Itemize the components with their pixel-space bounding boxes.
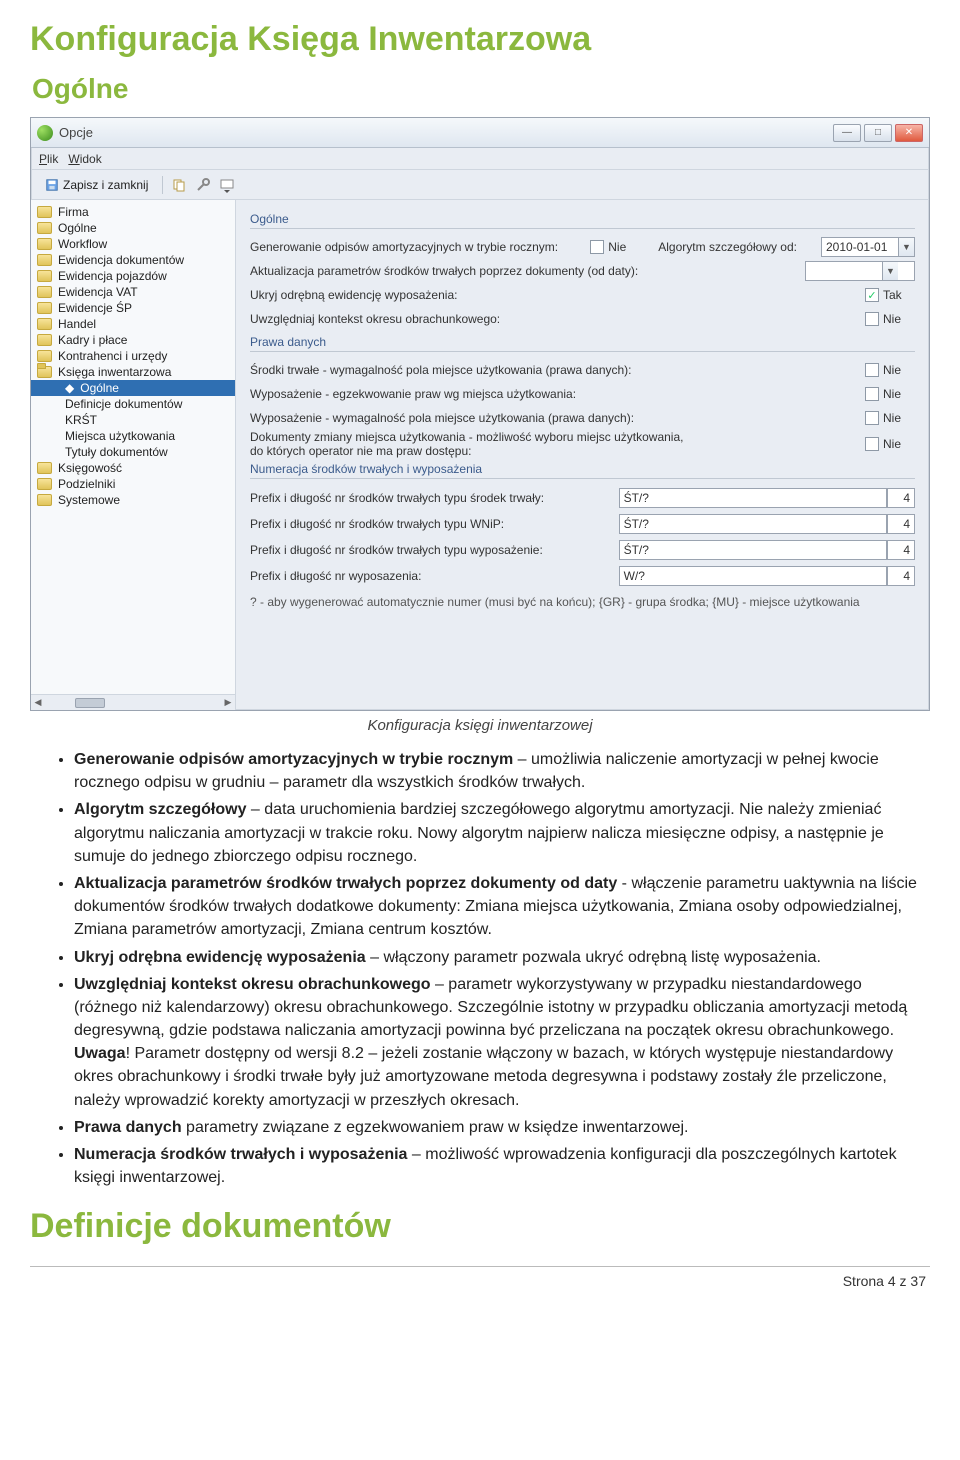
minimize-button[interactable]: — (833, 124, 861, 142)
n2-len[interactable]: 4 (887, 514, 915, 534)
save-close-button[interactable]: Zapisz i zamknij (39, 176, 154, 194)
chevron-down-icon[interactable]: ▼ (898, 238, 914, 256)
titlebar: Opcje — □ ✕ (31, 118, 929, 148)
n2-prefix[interactable]: ŚT/? (619, 514, 887, 534)
definitions-heading: Definicje dokumentów (30, 1207, 930, 1246)
algorytm-date[interactable]: 2010-01-01▼ (821, 237, 915, 257)
kontekst-check[interactable]: Nie (865, 312, 915, 326)
copy-icon[interactable] (171, 177, 187, 193)
screenshot-caption: Konfiguracja księgi inwentarzowej (30, 717, 930, 734)
tree-scrollbar[interactable]: ◀▶ (31, 694, 235, 710)
menubar: Plik Widok (31, 148, 929, 170)
dropdown-icon[interactable] (219, 177, 235, 193)
n3-len[interactable]: 4 (887, 540, 915, 560)
bullet-list: Generowanie odpisów amortyzacyjnych w tr… (36, 748, 924, 1189)
toolbar-divider (162, 176, 163, 194)
n1-len[interactable]: 4 (887, 488, 915, 508)
section-ogolne: Ogólne (250, 212, 915, 229)
page-title: Konfiguracja Księga Inwentarzowa (30, 20, 930, 59)
section-heading: Ogólne (32, 73, 930, 105)
n4-prefix[interactable]: W/? (619, 566, 887, 586)
section-prawa: Prawa danych (250, 335, 915, 352)
menu-file[interactable]: Plik (39, 152, 58, 166)
aktualizacja-date[interactable]: ▼ (805, 261, 915, 281)
tree-item-ogolne[interactable]: ◆Ogólne (31, 380, 235, 396)
n1-prefix[interactable]: ŚT/? (619, 488, 887, 508)
maximize-button[interactable]: □ (864, 124, 892, 142)
page-footer: Strona 4 z 37 (30, 1267, 930, 1289)
tree-item-ksiega[interactable]: Księga inwentarzowa (31, 364, 235, 380)
n3-prefix[interactable]: ŚT/? (619, 540, 887, 560)
tree-item-definicje[interactable]: Definicje dokumentów (31, 396, 235, 412)
tools-icon[interactable] (195, 177, 211, 193)
options-window: Opcje — □ ✕ Plik Widok Zapisz i zamknij … (30, 117, 930, 711)
toolbar: Zapisz i zamknij (31, 170, 929, 200)
chevron-down-icon[interactable]: ▼ (882, 262, 898, 280)
disk-icon (45, 178, 59, 192)
section-numeracja: Numeracja środków trwałych i wyposażenia (250, 462, 915, 479)
app-icon (37, 125, 53, 141)
close-button[interactable]: ✕ (895, 124, 923, 142)
ukryj-check[interactable]: Tak (865, 288, 915, 302)
numbering-note: ? - aby wygenerować automatycznie numer … (250, 595, 915, 609)
form-panel: Ogólne Generowanie odpisów amortyzacyjny… (236, 200, 929, 710)
gen-roczny-check[interactable]: Nie (590, 240, 640, 254)
window-title: Opcje (59, 125, 833, 140)
nav-tree[interactable]: Firma Ogólne Workflow Ewidencja dokument… (31, 200, 236, 710)
menu-view[interactable]: Widok (68, 152, 101, 166)
n4-len[interactable]: 4 (887, 566, 915, 586)
